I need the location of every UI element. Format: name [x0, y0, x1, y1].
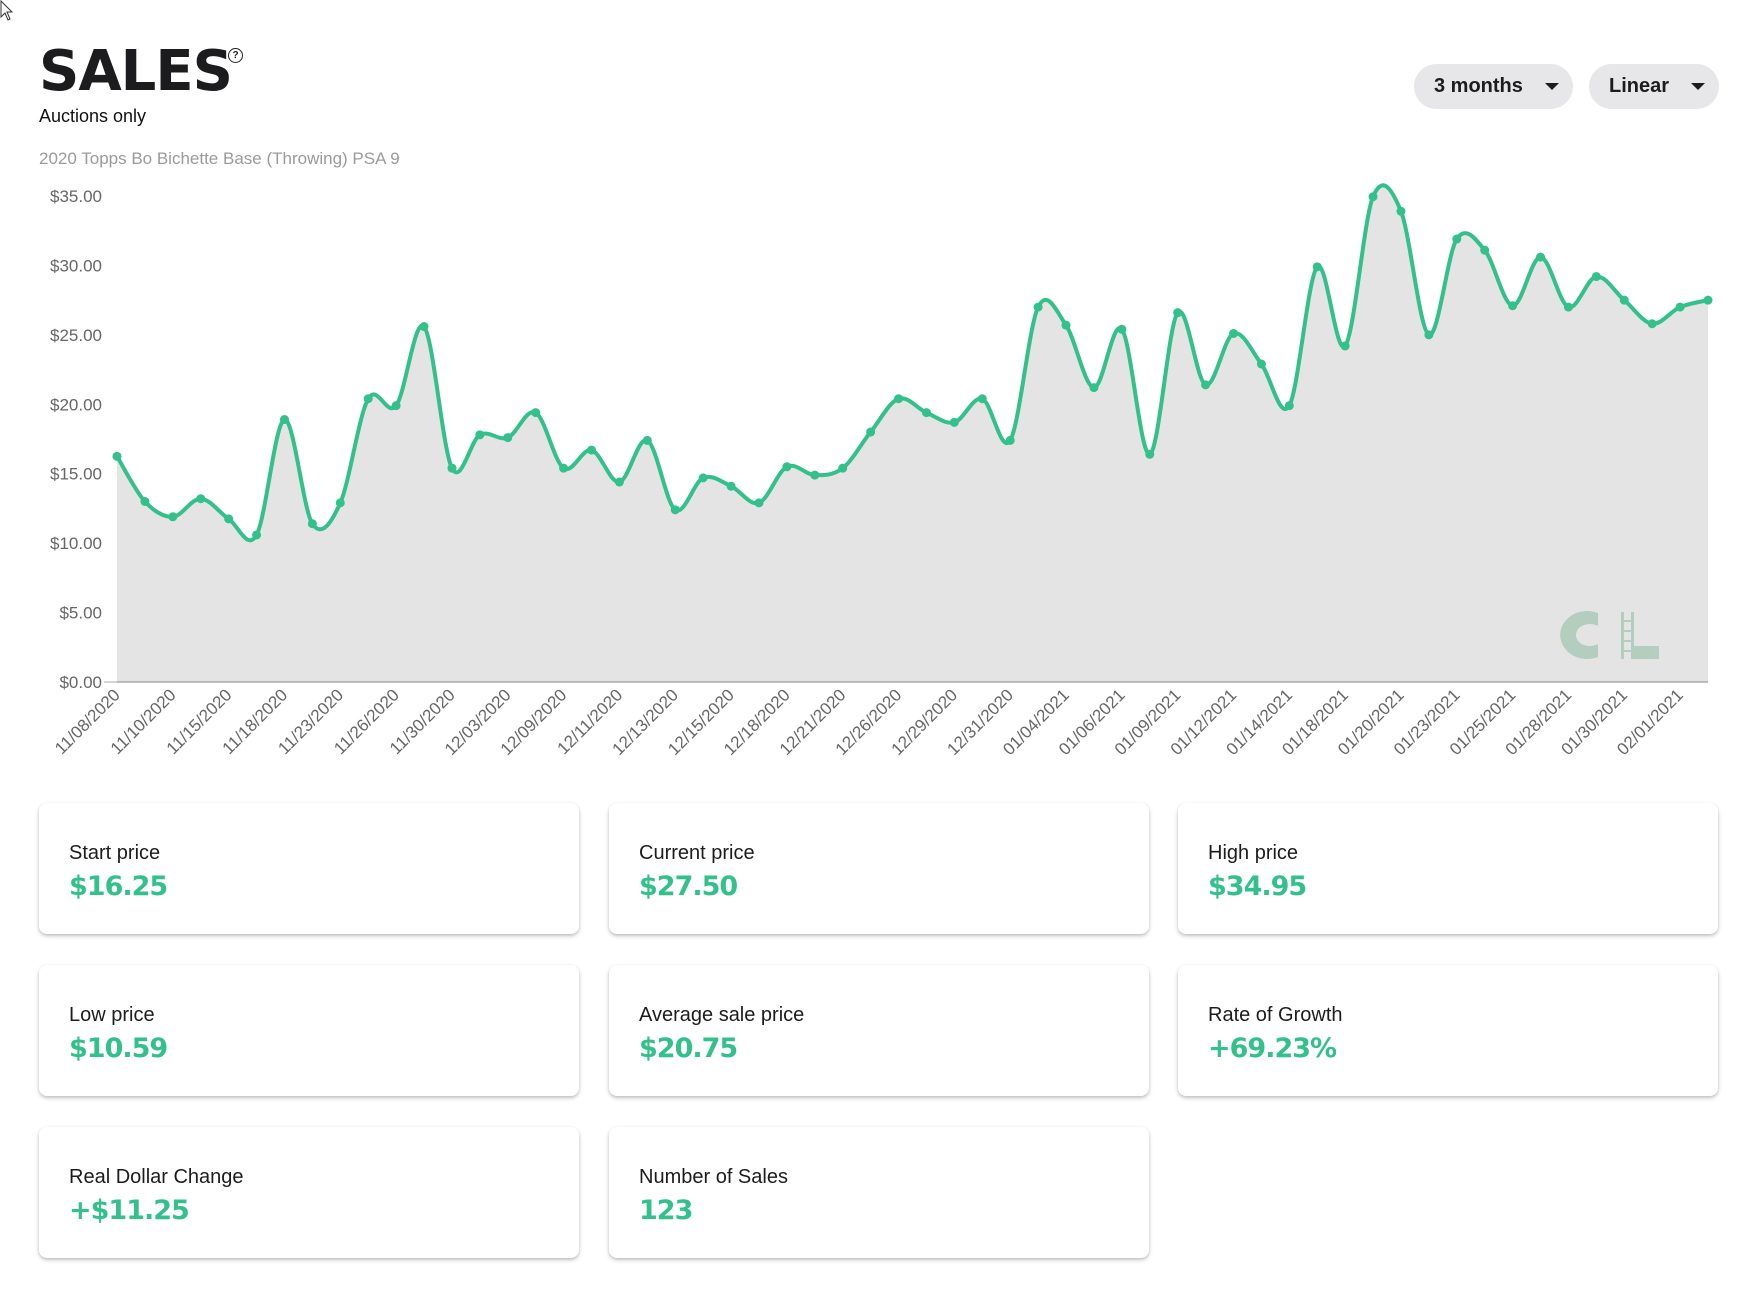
- data-point[interactable]: [1508, 301, 1518, 311]
- y-tick-label: $15.00: [50, 465, 102, 484]
- stat-card-low-price: Low price $10.59: [39, 965, 579, 1096]
- data-point[interactable]: [1480, 245, 1490, 255]
- data-point[interactable]: [335, 498, 345, 508]
- stat-label: Low price: [69, 1004, 155, 1026]
- stat-value: $34.95: [1208, 871, 1307, 902]
- data-point[interactable]: [196, 494, 206, 504]
- data-point[interactable]: [1675, 302, 1685, 312]
- data-point[interactable]: [1703, 295, 1713, 305]
- stat-value: $16.25: [69, 871, 168, 902]
- data-point[interactable]: [670, 505, 680, 515]
- data-point[interactable]: [1117, 324, 1127, 334]
- data-point[interactable]: [1201, 380, 1211, 390]
- data-point[interactable]: [252, 530, 262, 540]
- data-point[interactable]: [140, 496, 150, 506]
- data-point[interactable]: [698, 473, 708, 483]
- data-point[interactable]: [1396, 206, 1406, 216]
- data-point[interactable]: [168, 512, 178, 522]
- data-point[interactable]: [838, 463, 848, 473]
- data-point[interactable]: [1536, 252, 1546, 262]
- data-point[interactable]: [112, 451, 122, 461]
- stat-label: Number of Sales: [639, 1166, 788, 1188]
- data-point[interactable]: [1424, 330, 1434, 340]
- area-fill: [117, 185, 1708, 682]
- y-tick-label: $30.00: [50, 256, 102, 275]
- data-point[interactable]: [587, 445, 597, 455]
- data-point[interactable]: [531, 408, 541, 418]
- data-point[interactable]: [1312, 262, 1322, 272]
- y-tick-label: $25.00: [50, 326, 102, 345]
- data-point[interactable]: [224, 514, 234, 524]
- data-point[interactable]: [894, 394, 904, 404]
- stat-card-current-price: Current price $27.50: [609, 803, 1149, 934]
- data-point[interactable]: [279, 415, 289, 425]
- data-point[interactable]: [1173, 308, 1183, 318]
- stat-label: Real Dollar Change: [69, 1166, 244, 1188]
- stat-label: Average sale price: [639, 1004, 805, 1026]
- data-point[interactable]: [1228, 328, 1238, 338]
- y-tick-label: $5.00: [59, 604, 102, 623]
- stat-value: $20.75: [639, 1033, 738, 1064]
- data-point[interactable]: [614, 477, 624, 487]
- data-point[interactable]: [447, 463, 457, 473]
- stat-card-average-sale-price: Average sale price $20.75: [609, 965, 1149, 1096]
- data-point[interactable]: [1061, 320, 1071, 330]
- data-point[interactable]: [363, 394, 373, 404]
- x-axis-labels: 11/08/202011/10/202011/15/202011/18/2020…: [51, 685, 1687, 759]
- data-point[interactable]: [1145, 449, 1155, 459]
- data-point[interactable]: [810, 470, 820, 480]
- data-point[interactable]: [977, 394, 987, 404]
- data-point[interactable]: [1452, 234, 1462, 244]
- sales-chart: $0.00 $5.00 $10.00 $15.00 $20.00 $25.00 $30.00…: [50, 183, 1713, 759]
- y-tick-label: $20.00: [50, 395, 102, 414]
- data-point[interactable]: [1563, 302, 1573, 312]
- stat-value: $10.59: [69, 1033, 168, 1064]
- data-point[interactable]: [475, 430, 485, 440]
- stat-card-high-price: High price $34.95: [1178, 803, 1718, 934]
- data-point[interactable]: [419, 322, 429, 332]
- y-tick-label: $0.00: [59, 673, 102, 692]
- data-point[interactable]: [1089, 383, 1099, 393]
- stat-card-rate-of-growth: Rate of Growth +69.23%: [1178, 965, 1718, 1096]
- stat-label: High price: [1208, 842, 1299, 864]
- data-point[interactable]: [949, 417, 959, 427]
- data-point[interactable]: [642, 435, 652, 445]
- data-point[interactable]: [1619, 295, 1629, 305]
- stat-card-real-dollar-change: Real Dollar Change +$11.25: [39, 1127, 579, 1258]
- y-tick-label: $35.00: [50, 187, 102, 206]
- data-point[interactable]: [726, 481, 736, 491]
- data-point[interactable]: [391, 401, 401, 411]
- data-point[interactable]: [1256, 359, 1266, 369]
- y-tick-label: $10.00: [50, 534, 102, 553]
- stat-label: Rate of Growth: [1208, 1004, 1343, 1026]
- data-point[interactable]: [1340, 341, 1350, 351]
- data-point[interactable]: [782, 462, 792, 472]
- data-point[interactable]: [1005, 435, 1015, 445]
- data-point[interactable]: [1647, 319, 1657, 329]
- y-axis: $0.00 $5.00 $10.00 $15.00 $20.00 $25.00 $30.00…: [50, 187, 117, 692]
- data-point[interactable]: [754, 498, 764, 508]
- data-point[interactable]: [503, 433, 513, 443]
- stat-card-start-price: Start price $16.25: [39, 803, 579, 934]
- data-point[interactable]: [866, 427, 876, 437]
- data-point[interactable]: [1284, 401, 1294, 411]
- stat-card-number-of-sales: Number of Sales 123: [609, 1127, 1149, 1258]
- data-point[interactable]: [1368, 192, 1378, 202]
- stat-value: +$11.25: [69, 1195, 190, 1226]
- data-point[interactable]: [307, 519, 317, 529]
- stat-label: Start price: [69, 842, 161, 864]
- data-point[interactable]: [921, 408, 931, 418]
- data-point[interactable]: [1591, 272, 1601, 282]
- stat-value: 123: [639, 1195, 693, 1226]
- data-point[interactable]: [1033, 302, 1043, 312]
- stat-value: $27.50: [639, 871, 738, 902]
- stat-value: +69.23%: [1208, 1033, 1337, 1064]
- stat-label: Current price: [639, 842, 755, 864]
- data-point[interactable]: [559, 463, 569, 473]
